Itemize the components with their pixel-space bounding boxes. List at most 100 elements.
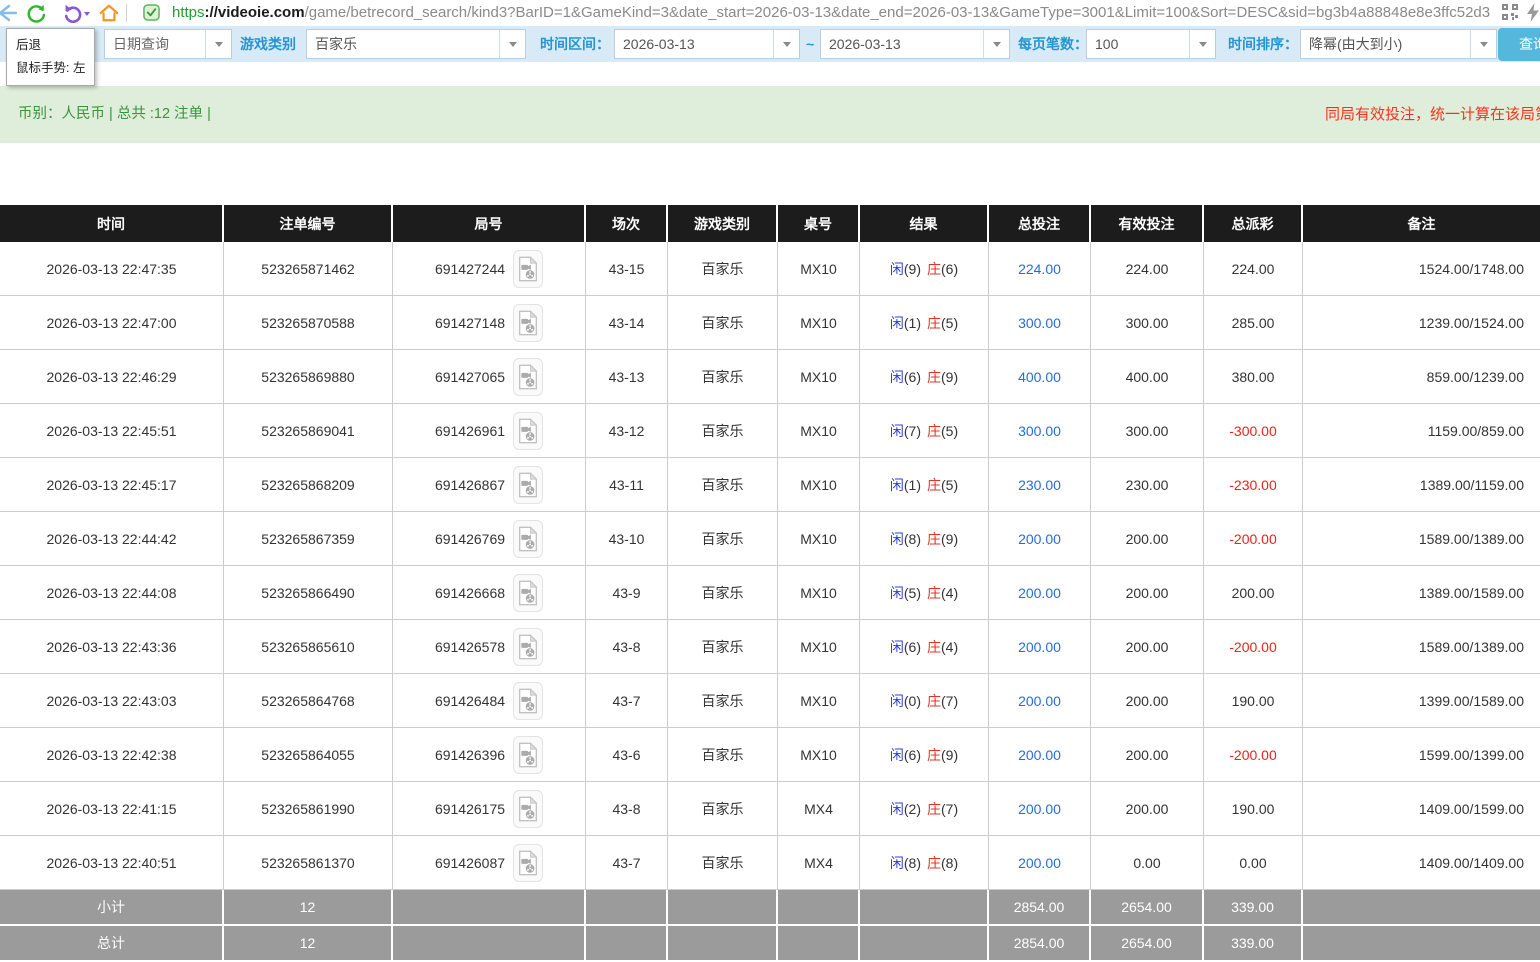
total-bet-link[interactable]: 200.00: [1018, 855, 1061, 871]
banker-label: 庄: [927, 475, 941, 495]
header-col-round-id[interactable]: 局号: [393, 205, 586, 242]
cell-payout: 190.00: [1204, 674, 1303, 727]
game-category-select[interactable]: 百家乐: [306, 29, 526, 59]
undo-gesture-icon[interactable]: [63, 3, 83, 28]
video-replay-button[interactable]: [513, 682, 543, 720]
banker-score: (7): [941, 693, 958, 709]
header-col-result[interactable]: 结果: [860, 205, 989, 242]
round-id-value: 691426961: [435, 423, 505, 439]
tooltip-line2: 鼠标手势: 左: [16, 57, 85, 80]
video-replay-button[interactable]: [513, 520, 543, 558]
header-col-valid-bet[interactable]: 有效投注: [1091, 205, 1204, 242]
video-replay-button[interactable]: [513, 250, 543, 288]
cell-total-bet[interactable]: 400.00: [989, 350, 1091, 403]
cell-total-bet[interactable]: 200.00: [989, 512, 1091, 565]
chevron-down-icon[interactable]: [205, 30, 231, 58]
cell-valid-bet: 200.00: [1091, 566, 1204, 619]
header-col-session[interactable]: 场次: [586, 205, 668, 242]
cell-total-bet[interactable]: 200.00: [989, 782, 1091, 835]
video-replay-button[interactable]: [513, 628, 543, 666]
cell-result: 闲(7)庄(5): [860, 404, 989, 457]
cell-result: 闲(6)庄(4): [860, 620, 989, 673]
cell-result: 闲(0)庄(7): [860, 674, 989, 727]
video-replay-button[interactable]: [513, 574, 543, 612]
cell-valid-bet: 200.00: [1091, 512, 1204, 565]
url-bar[interactable]: https://videoie.com/game/betrecord_searc…: [172, 4, 1490, 21]
video-replay-button[interactable]: [513, 790, 543, 828]
total-bet-link[interactable]: 300.00: [1018, 423, 1061, 439]
header-col-table[interactable]: 桌号: [778, 205, 860, 242]
table-row: 2026-03-13 22:45:51523265869041691426961…: [0, 404, 1540, 458]
cell-total-bet[interactable]: 300.00: [989, 296, 1091, 349]
cell-total-bet[interactable]: 200.00: [989, 836, 1091, 889]
cell-total-bet[interactable]: 230.00: [989, 458, 1091, 511]
total-bet-link[interactable]: 200.00: [1018, 639, 1061, 655]
player-score: (5): [904, 585, 921, 601]
player-label: 闲: [890, 313, 904, 333]
video-replay-button[interactable]: [513, 358, 543, 396]
header-col-payout[interactable]: 总派彩: [1204, 205, 1303, 242]
cell-total-bet[interactable]: 300.00: [989, 404, 1091, 457]
video-replay-button[interactable]: [513, 304, 543, 342]
table-summary: 小计122854.002654.00339.00总计122854.002654.…: [0, 890, 1540, 962]
back-icon[interactable]: [0, 3, 17, 28]
video-replay-button[interactable]: [513, 466, 543, 504]
player-score: (8): [904, 531, 921, 547]
header-col-bet-id[interactable]: 注单编号: [224, 205, 393, 242]
total-bet-link[interactable]: 200.00: [1018, 585, 1061, 601]
total-bet-link[interactable]: 300.00: [1018, 315, 1061, 331]
cell-remark: 1599.00/1399.00: [1303, 728, 1540, 781]
total-bet-link[interactable]: 400.00: [1018, 369, 1061, 385]
refresh-icon[interactable]: [27, 3, 46, 28]
table-row: 2026-03-13 22:43:03523265864768691426484…: [0, 674, 1540, 728]
cell-total-bet[interactable]: 200.00: [989, 620, 1091, 673]
cell-valid-bet: 224.00: [1091, 242, 1204, 295]
video-film-icon: [518, 796, 538, 822]
table-row: 2026-03-13 22:40:51523265861370691426087…: [0, 836, 1540, 890]
lightning-icon[interactable]: [1526, 3, 1540, 27]
cell-total-bet[interactable]: 224.00: [989, 242, 1091, 295]
player-label: 闲: [890, 853, 904, 873]
total-bet-link[interactable]: 200.00: [1018, 531, 1061, 547]
ssl-shield-icon[interactable]: [143, 4, 160, 26]
header-col-remark[interactable]: 备注: [1303, 205, 1540, 242]
total-bet-link[interactable]: 200.00: [1018, 747, 1061, 763]
chevron-down-icon[interactable]: [1189, 30, 1215, 58]
qr-code-icon[interactable]: [1502, 4, 1518, 25]
video-replay-button[interactable]: [513, 844, 543, 882]
total-bet-link[interactable]: 200.00: [1018, 801, 1061, 817]
total-bet-link[interactable]: 224.00: [1018, 261, 1061, 277]
total-bet-link[interactable]: 200.00: [1018, 693, 1061, 709]
player-label: 闲: [890, 259, 904, 279]
date-end-input[interactable]: 2026-03-13: [820, 29, 1010, 59]
search-button[interactable]: 查询: [1498, 28, 1540, 61]
chevron-down-icon[interactable]: [773, 30, 799, 58]
cell-session: 43-13: [586, 350, 668, 403]
video-film-icon: [518, 256, 538, 282]
cell-valid-bet: 230.00: [1091, 458, 1204, 511]
header-col-total-bet[interactable]: 总投注: [989, 205, 1091, 242]
header-col-time[interactable]: 时间: [0, 205, 224, 242]
cell-time: 2026-03-13 22:47:00: [0, 296, 224, 349]
cell-total-bet[interactable]: 200.00: [989, 566, 1091, 619]
video-replay-button[interactable]: [513, 736, 543, 774]
undo-dropdown-caret[interactable]: [84, 12, 90, 16]
home-icon[interactable]: [99, 3, 119, 28]
chevron-down-icon[interactable]: [1470, 30, 1496, 58]
chevron-down-icon[interactable]: [499, 30, 525, 58]
chevron-down-icon[interactable]: [983, 30, 1009, 58]
video-replay-button[interactable]: [513, 412, 543, 450]
currency-total-text: 币别：人民币 | 总共 :12 注单 |: [18, 86, 211, 143]
total-bet-link[interactable]: 230.00: [1018, 477, 1061, 493]
date-start-input[interactable]: 2026-03-13: [614, 29, 800, 59]
table-row: 2026-03-13 22:43:36523265865610691426578…: [0, 620, 1540, 674]
time-sort-select[interactable]: 降幂(由大到小): [1300, 29, 1497, 59]
video-film-icon: [518, 580, 538, 606]
cell-game-type: 百家乐: [668, 512, 778, 565]
page-size-select[interactable]: 100: [1086, 29, 1216, 59]
cell-total-bet[interactable]: 200.00: [989, 674, 1091, 727]
header-col-game-type[interactable]: 游戏类别: [668, 205, 778, 242]
date-query-select[interactable]: 日期查询: [104, 29, 232, 59]
cell-round-id: 691426175: [393, 782, 586, 835]
cell-total-bet[interactable]: 200.00: [989, 728, 1091, 781]
